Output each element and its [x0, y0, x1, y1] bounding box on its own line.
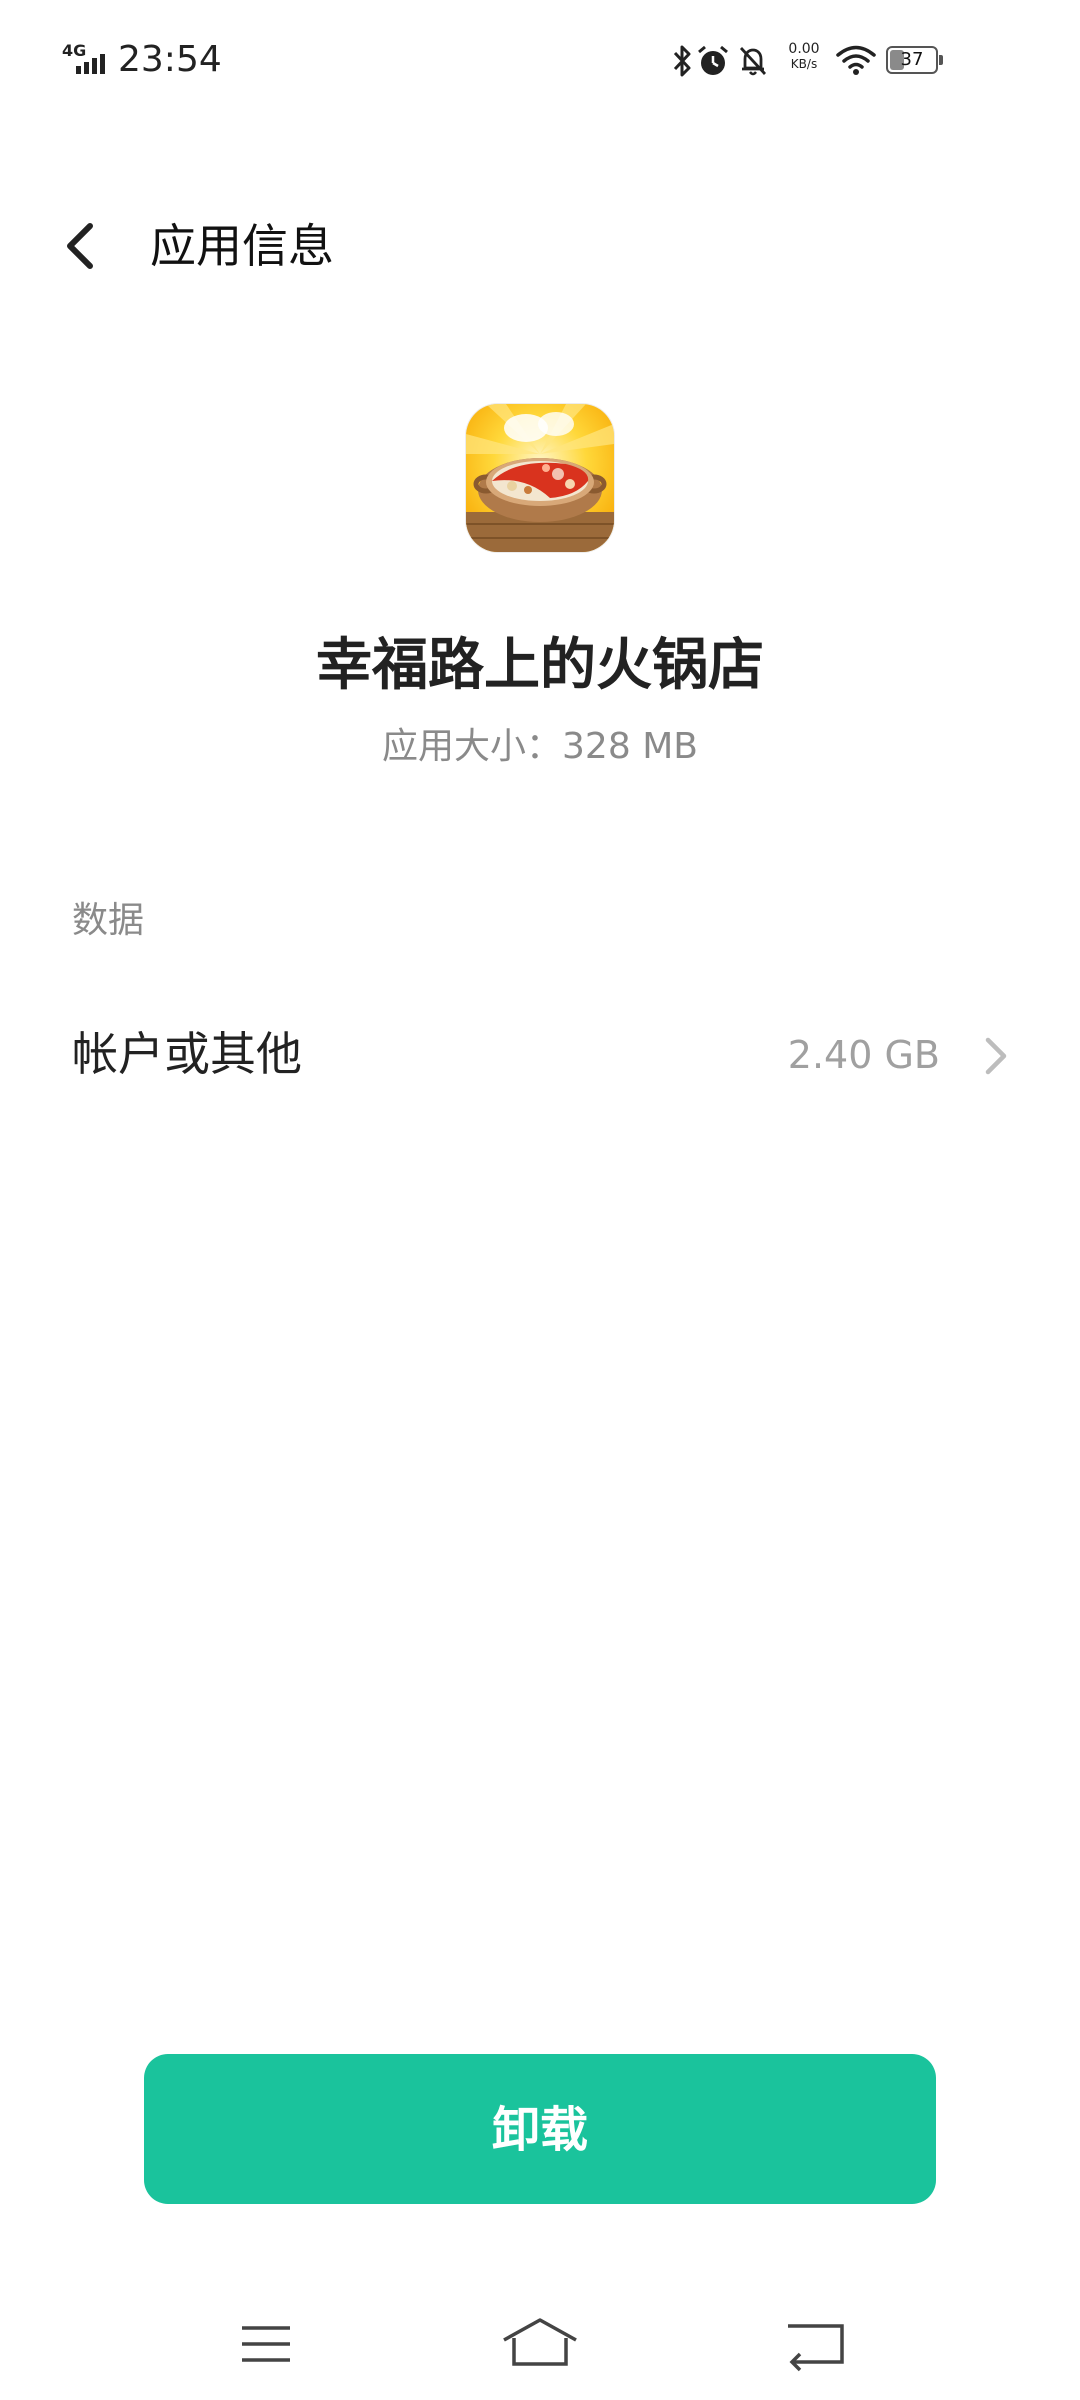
section-label-data: 数据	[72, 900, 145, 941]
back-button[interactable]	[52, 216, 112, 276]
battery-icon: 37	[886, 46, 938, 74]
data-row-value: 2.40 GB	[787, 1033, 940, 1077]
alarm-clock-icon	[698, 45, 728, 75]
navigation-bar	[0, 2290, 1080, 2400]
app-size: 应用大小：328 MB	[382, 726, 698, 767]
back-arrow-icon	[788, 2324, 844, 2372]
battery-tip	[939, 55, 943, 65]
app-icon	[466, 404, 614, 552]
nav-back-button[interactable]	[776, 2314, 856, 2374]
nav-menu-button[interactable]	[226, 2314, 306, 2374]
network-speed-indicator: 0.00 KB/s	[780, 42, 828, 72]
mute-notifications-icon	[739, 47, 767, 76]
data-row-account-or-other[interactable]: 帐户或其他 2.40 GB	[0, 990, 1080, 1120]
chevron-left-icon	[67, 223, 93, 269]
wifi-icon	[836, 45, 876, 75]
status-bar: 4G 23:54 0.00 KB/s 37	[0, 0, 1080, 120]
header: 应用信息	[0, 200, 1080, 290]
battery-level-text: 37	[900, 49, 924, 70]
menu-icon	[242, 2326, 290, 2362]
page-title: 应用信息	[150, 219, 334, 273]
status-time: 23:54	[118, 39, 222, 80]
bluetooth-icon	[673, 45, 691, 77]
app-name: 幸福路上的火锅店	[316, 633, 764, 698]
chevron-right-icon	[985, 1037, 1007, 1075]
net-speed-unit: KB/s	[790, 57, 818, 71]
data-row-label: 帐户或其他	[72, 1027, 302, 1081]
net-speed-value: 0.00	[788, 41, 820, 57]
hotpot-app-icon	[466, 404, 614, 552]
nav-home-button[interactable]	[490, 2314, 577, 2374]
signal-strength-icon	[76, 54, 105, 74]
uninstall-button[interactable]: 卸载	[144, 2054, 936, 2204]
home-icon	[503, 2318, 577, 2366]
